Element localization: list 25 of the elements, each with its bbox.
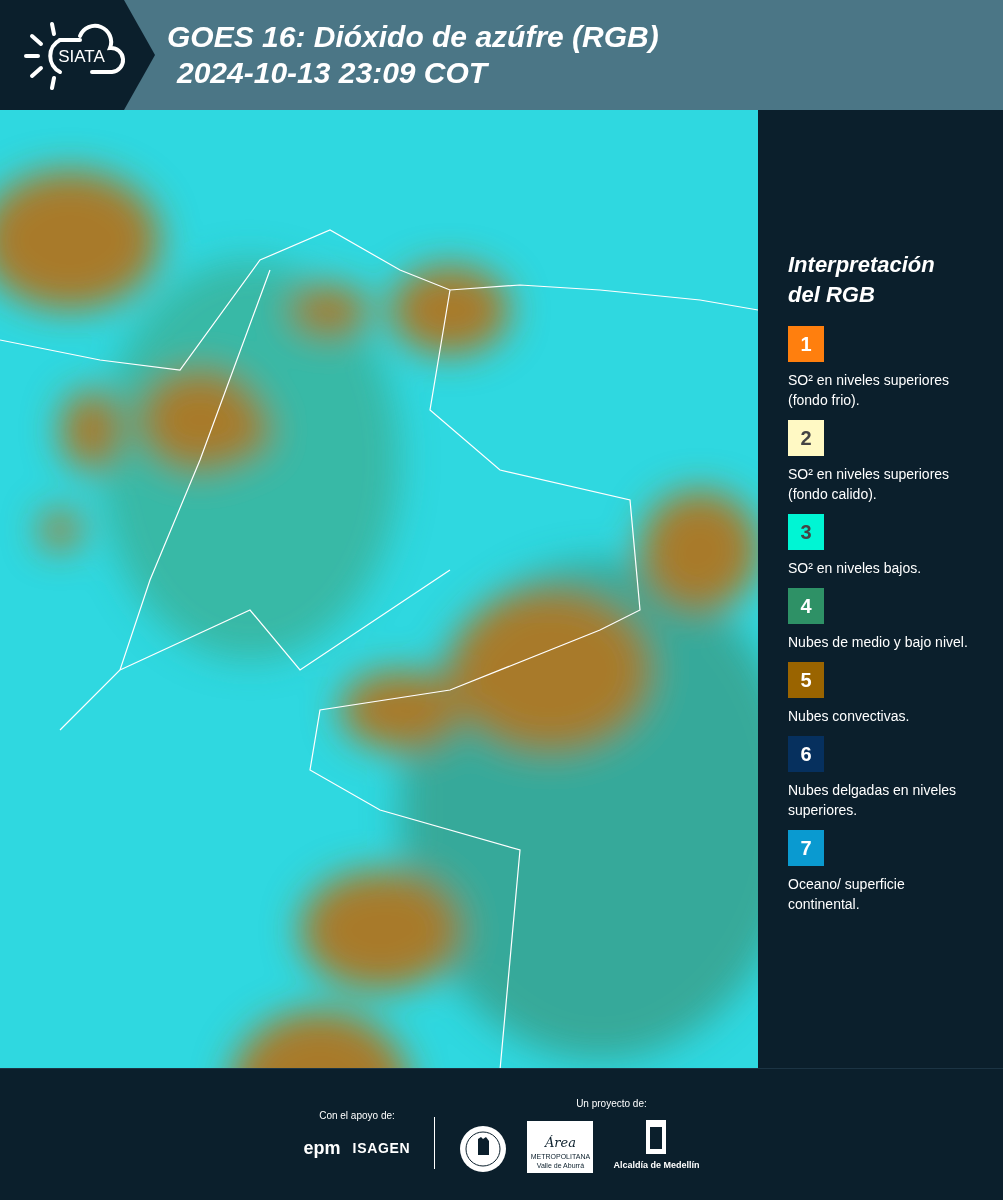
legend-description: Nubes de medio y bajo nivel.	[788, 633, 968, 652]
legend-title: Interpretación del RGB	[788, 251, 936, 309]
legend-description: SO² en niveles bajos.	[788, 559, 923, 578]
timestamp: 2024-10-13 23:09 COT	[177, 55, 490, 91]
logo-text: SIATA	[58, 46, 105, 69]
legend-description: Oceano/ superficie continental.	[788, 875, 906, 914]
logo-text: Área	[544, 1136, 576, 1150]
legend-swatch: 1	[788, 326, 824, 362]
legend-swatch: 5	[788, 662, 824, 698]
sponsor-logo: epm	[303, 1136, 341, 1160]
logo-text: Alcaldía de Medellín	[613, 1159, 700, 1173]
legend-swatch: 2	[788, 420, 824, 456]
legend-swatch: 4	[788, 588, 824, 624]
seal-logo	[459, 1124, 508, 1173]
legend-swatch: 7	[788, 830, 824, 866]
sponsor-logo: ISAGEN	[352, 1138, 411, 1158]
legend-description: Nubes delgadas en niveles superiores.	[788, 781, 958, 820]
legend-swatch: 6	[788, 736, 824, 772]
legend-description: SO² en niveles superiores (fondo frio).	[788, 371, 951, 410]
chart-title: GOES 16: Dióxido de azúfre (RGB)	[167, 19, 659, 55]
legend-swatch: 3	[788, 514, 824, 550]
project-label: Un proyecto de:	[576, 1097, 647, 1112]
legend-description: Nubes convectivas.	[788, 707, 911, 726]
legend-description: SO² en niveles superiores (fondo calido).	[788, 465, 951, 504]
support-label: Con el apoyo de:	[319, 1108, 395, 1123]
